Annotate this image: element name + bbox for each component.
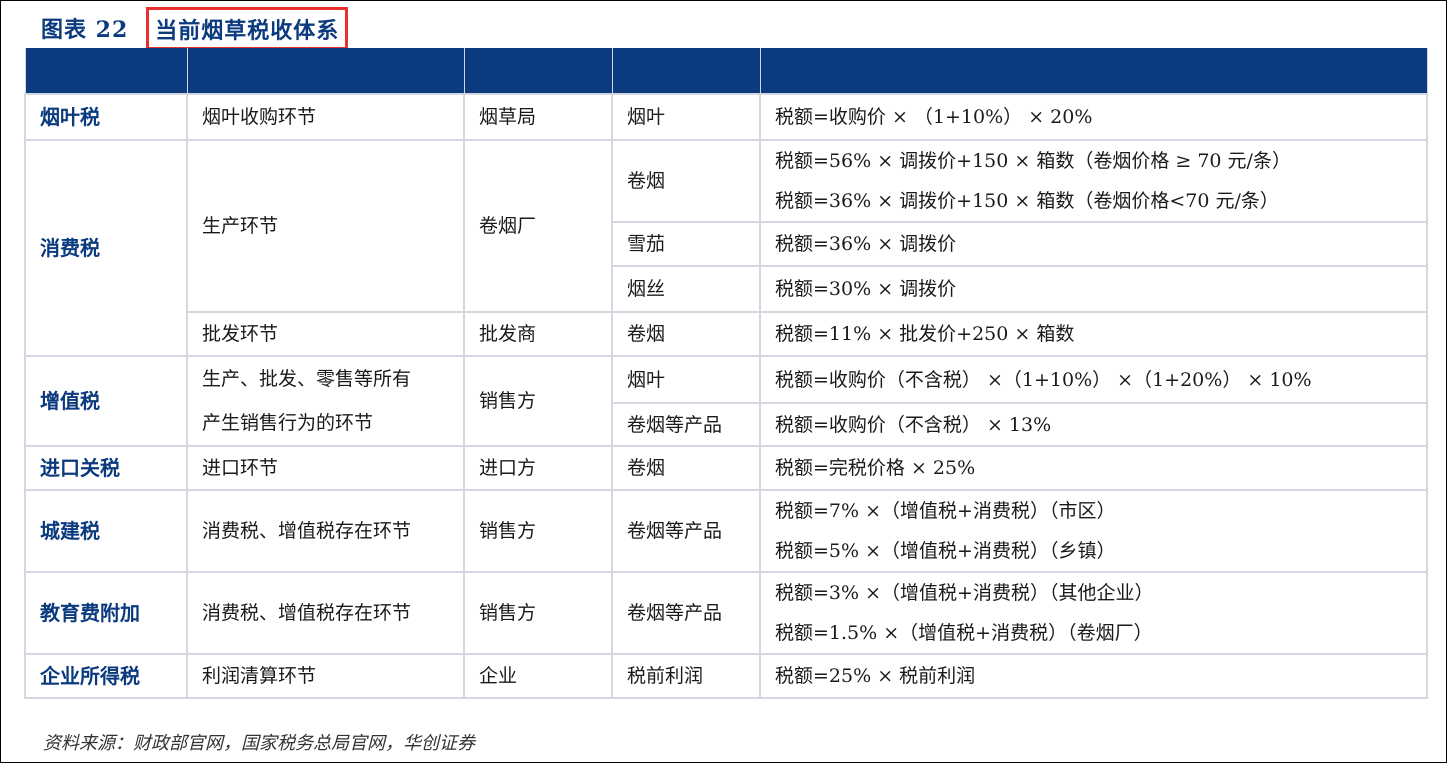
- tax-product: 卷烟等产品: [611, 402, 761, 447]
- tax-name: 消费税: [24, 139, 188, 357]
- tax-stage-line: 产生销售行为的环节: [202, 412, 374, 434]
- tax-payer: 进口方: [463, 445, 613, 491]
- table-row: 教育费附加 消费税、增值税存在环节 销售方 卷烟等产品 税额=3% ×（增值税+…: [24, 571, 1428, 655]
- tax-formula: 税额=11% × 批发价+250 × 箱数: [759, 311, 1428, 357]
- table-row: 消费税 生产环节 卷烟厂 卷烟 税额=56% × 调拨价+150 × 箱数（卷烟…: [24, 139, 1428, 357]
- tax-product: 烟叶: [611, 93, 761, 141]
- tax-stage-line: 生产、批发、零售等所有: [202, 368, 412, 390]
- tax-formula: 税额=7% ×（增值税+消费税）（市区） 税额=5% ×（增值税+消费税）（乡镇…: [759, 489, 1428, 573]
- tax-name: 增值税: [24, 355, 188, 447]
- tax-stage: 生产环节: [186, 139, 465, 313]
- table-row: 进口关税 进口环节 进口方 卷烟 税额=完税价格 × 25%: [24, 445, 1428, 491]
- tax-product: 卷烟: [611, 311, 761, 357]
- tax-name: 烟叶税: [24, 93, 188, 141]
- tax-formula-line: 税额=7% ×（增值税+消费税）（市区）: [775, 500, 1116, 522]
- header-cell: [463, 48, 613, 95]
- tax-product: 卷烟: [611, 139, 761, 223]
- header-cell: [759, 48, 1428, 95]
- tax-product: 卷烟等产品: [611, 571, 761, 655]
- tax-product: 雪茄: [611, 221, 761, 267]
- tax-product: 税前利润: [611, 653, 761, 699]
- tax-name: 城建税: [24, 489, 188, 573]
- tax-product: 烟丝: [611, 265, 761, 313]
- tax-formula: 税额=完税价格 × 25%: [759, 445, 1428, 491]
- tax-name: 进口关税: [24, 445, 188, 491]
- tax-formula-line: 税额=1.5% ×（增值税+消费税）（卷烟厂）: [775, 622, 1153, 644]
- tax-stage: 批发环节: [186, 311, 465, 357]
- tax-stage: 利润清算环节: [186, 653, 465, 699]
- tax-formula-line: 税额=5% ×（增值税+消费税）（乡镇）: [775, 540, 1116, 562]
- tax-formula: 税额=收购价（不含税） × 13%: [759, 402, 1428, 447]
- table-header-row: [24, 48, 1428, 95]
- tax-formula: 税额=56% × 调拨价+150 × 箱数（卷烟价格 ≥ 70 元/条）: [759, 139, 1428, 181]
- table-row: 增值税 生产、批发、零售等所有 产生销售行为的环节 销售方 烟叶 税额=收购价（…: [24, 354, 1428, 447]
- tax-name: 企业所得税: [24, 653, 188, 699]
- tax-stage: 进口环节: [186, 445, 465, 491]
- tax-formula: 税额=36% × 调拨价+150 × 箱数（卷烟价格<70 元/条）: [759, 181, 1428, 223]
- header-cell: [611, 48, 761, 95]
- tax-payer: 批发商: [463, 311, 613, 357]
- tax-payer: 销售方: [463, 355, 613, 447]
- source-note: 资料来源：财政部官网，国家税务总局官网，华创证券: [43, 733, 475, 754]
- report-page: 图表 22 当前烟草税收体系 烟叶税 烟叶收购环节 烟草局 烟叶 税额=收购价 …: [0, 0, 1447, 763]
- tax-stage: 消费税、增值税存在环节: [186, 489, 465, 573]
- tax-system-table: 烟叶税 烟叶收购环节 烟草局 烟叶 税额=收购价 × （1+10%） × 20%…: [24, 48, 1428, 699]
- figure-title: 当前烟草税收体系: [146, 6, 349, 50]
- tax-formula: 税额=25% × 税前利润: [759, 653, 1428, 699]
- figure-header: 图表 22 当前烟草税收体系: [41, 6, 349, 50]
- tax-formula: 税额=收购价（不含税） ×（1+10%） ×（1+20%） × 10%: [759, 354, 1428, 405]
- tax-stage: 烟叶收购环节: [186, 93, 465, 141]
- tax-stage: 消费税、增值税存在环节: [186, 571, 465, 655]
- tax-product: 烟叶: [611, 354, 761, 405]
- tax-product: 卷烟: [611, 445, 761, 491]
- table-row: 批发环节 批发商 卷烟 税额=11% × 批发价+250 × 箱数: [25, 311, 1428, 357]
- tax-name: 教育费附加: [24, 571, 188, 655]
- table-row: 烟叶税 烟叶收购环节 烟草局 烟叶 税额=收购价 × （1+10%） × 20%: [24, 93, 1428, 141]
- tax-formula: 税额=30% × 调拨价: [759, 265, 1428, 313]
- tax-payer: 烟草局: [463, 93, 613, 141]
- tax-formula-line: 税额=3% ×（增值税+消费税）（其他企业）: [775, 582, 1154, 604]
- figure-number: 图表 22: [41, 17, 129, 43]
- tax-product: 卷烟等产品: [611, 489, 761, 573]
- tax-payer: 卷烟厂: [463, 139, 613, 313]
- tax-formula: 税额=3% ×（增值税+消费税）（其他企业） 税额=1.5% ×（增值税+消费税…: [759, 571, 1428, 655]
- table-row: 城建税 消费税、增值税存在环节 销售方 卷烟等产品 税额=7% ×（增值税+消费…: [24, 489, 1428, 573]
- table-row: 企业所得税 利润清算环节 企业 税前利润 税额=25% × 税前利润: [24, 653, 1428, 699]
- tax-formula: 税额=收购价 × （1+10%） × 20%: [759, 93, 1428, 141]
- tax-payer: 企业: [463, 653, 613, 699]
- tax-payer: 销售方: [463, 571, 613, 655]
- tax-payer: 销售方: [463, 489, 613, 573]
- tax-stage: 生产、批发、零售等所有 产生销售行为的环节: [186, 355, 465, 447]
- header-cell: [186, 48, 465, 95]
- header-cell: [24, 48, 188, 95]
- tax-formula: 税额=36% × 调拨价: [759, 221, 1428, 267]
